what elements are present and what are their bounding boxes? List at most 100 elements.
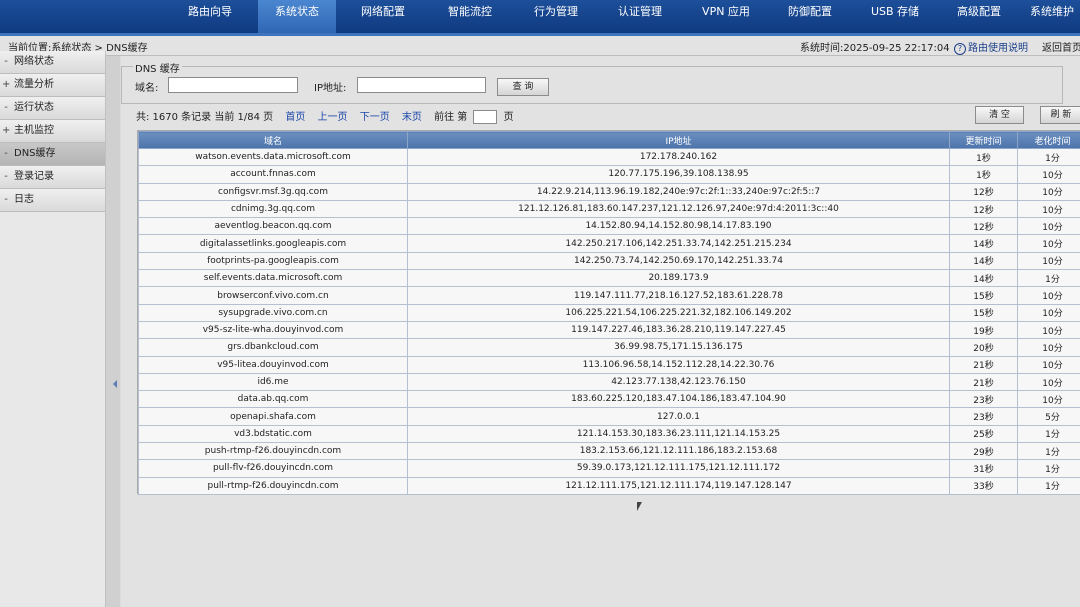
cell-ip: 127.0.0.1 [407,407,950,426]
cell-aging-time: 10分 [1017,303,1080,322]
table-row: self.events.data.microsoft.com 20.189.173… [138,269,1080,288]
cell-aging-time: 1分 [1017,442,1080,461]
cell-ip: 20.189.173.9 [407,269,950,288]
clear-button[interactable]: 清 空 [975,106,1024,124]
cell-domain: sysupgrade.vivo.com.cn [138,303,408,322]
cell-update-time: 15秒 [949,286,1018,305]
cell-aging-time: 10分 [1017,199,1080,219]
cell-ip: 42.123.77.138,42.123.76.150 [407,372,950,392]
cell-aging-time: 1分 [1017,147,1080,167]
cell-aging-time: 1分 [1017,424,1080,444]
query-button[interactable]: 查 询 [497,78,549,96]
table-row: openapi.shafa.com 127.0.0.1 23秒 5分 [138,407,1080,426]
cell-ip: 14.152.80.94,14.152.80.98,14.17.83.190 [407,217,950,236]
cell-domain: footprints-pa.googleapis.com [138,251,408,271]
cell-update-time: 23秒 [949,407,1018,426]
next-page-link[interactable]: 下一页 [360,112,390,123]
sidebar-item-dns-cache[interactable]: - DNS缓存 [0,143,105,166]
table-row: pull-rtmp-f26.douyincdn.com 121.12.111.17… [138,476,1080,495]
refresh-button[interactable]: 刷 新 [1040,106,1080,124]
nav-item-maintenance[interactable]: 系统维护 [1030,0,1080,33]
table-row: sysupgrade.vivo.com.cn 106.225.221.54,106… [138,303,1080,322]
ip-label: IP地址: [314,83,347,94]
cell-domain: account.fnnas.com [138,165,408,184]
cell-domain: self.events.data.microsoft.com [138,269,408,288]
table-row: digitalassetlinks.googleapis.com 142.250.… [138,234,1080,253]
nav-item-vpn[interactable]: VPN 应用 [688,0,764,33]
nav-item-auth[interactable]: 认证管理 [602,0,678,33]
top-nav: 路由向导 系统状态 网络配置 智能流控 行为管理 认证管理 VPN 应用 防御配… [0,0,1080,36]
cell-ip: 142.250.217.106,142.251.33.74,142.251.21… [407,234,950,253]
col-header-domain[interactable]: 域名 [138,131,408,149]
table-row: data.ab.qq.com 183.60.225.120,183.47.104.… [138,390,1080,409]
nav-item-behavior[interactable]: 行为管理 [518,0,594,33]
system-time: 系统时间:2025-09-25 22:17:04 [800,43,950,54]
sidebar-item-host-monitor[interactable]: + 主机监控 [0,120,105,143]
sidebar-item-login-log[interactable]: - 登录记录 [0,166,105,189]
nav-item-system-status[interactable]: 系统状态 [258,0,336,33]
nav-item-wizard[interactable]: 路由向导 [170,0,250,33]
last-page-link[interactable]: 末页 [402,112,422,123]
cell-aging-time: 1分 [1017,459,1080,478]
cell-ip: 36.99.98.75,171.15.136.175 [407,338,950,357]
table-row: v95-litea.douyinvod.com 113.106.96.58,14.… [138,355,1080,374]
expand-icon: + [2,125,11,136]
cell-update-time: 14秒 [949,234,1018,253]
nav-item-defense[interactable]: 防御配置 [772,0,848,33]
nav-item-usb[interactable]: USB 存储 [857,0,933,33]
cell-aging-time: 10分 [1017,251,1080,271]
cell-update-time: 12秒 [949,199,1018,219]
col-header-update-time[interactable]: 更新时间 [949,131,1018,149]
goto-label: 前往 第 [434,112,468,123]
collapse-icon: - [4,194,8,205]
nav-item-advanced[interactable]: 高级配置 [941,0,1017,33]
sidebar-item-label: 流量分析 [14,79,54,90]
col-header-aging-time[interactable]: 老化时间 [1017,131,1080,149]
cell-update-time: 29秒 [949,442,1018,461]
first-page-link[interactable]: 首页 [285,112,305,123]
cell-aging-time: 10分 [1017,234,1080,253]
cell-domain: v95-sz-lite-wha.douyinvod.com [138,320,408,340]
home-link[interactable]: 返回首页 [1042,39,1080,54]
cell-aging-time: 10分 [1017,355,1080,374]
cell-aging-time: 10分 [1017,372,1080,392]
cell-ip: 121.12.111.175,121.12.111.174,119.147.12… [407,476,950,495]
goto-suffix: 页 [503,112,514,123]
cell-update-time: 21秒 [949,372,1018,392]
cell-ip: 106.225.221.54,106.225.221.32,182.106.14… [407,303,950,322]
nav-item-flow-control[interactable]: 智能流控 [432,0,508,33]
ip-input[interactable] [357,77,486,93]
sidebar-item-traffic[interactable]: + 流量分析 [0,74,105,97]
sidebar-item-label: 主机监控 [14,125,54,136]
help-link[interactable]: ? 路由使用说明 [954,39,1028,55]
collapse-icon: - [4,56,8,67]
cell-domain: watson.events.data.microsoft.com [138,147,408,167]
cell-update-time: 1秒 [949,147,1018,167]
domain-input[interactable] [168,77,298,93]
collapse-arrow-icon[interactable] [113,380,117,388]
cell-aging-time: 5分 [1017,407,1080,426]
sidebar-item-log[interactable]: - 日志 [0,189,105,212]
cell-domain: pull-flv-f26.douyincdn.com [138,459,408,478]
cell-domain: grs.dbankcloud.com [138,338,408,357]
cell-domain: cdnimg.3g.qq.com [138,199,408,219]
sidebar-splitter[interactable] [106,56,120,607]
cell-domain: id6.me [138,372,408,392]
sidebar-item-run-status[interactable]: - 运行状态 [0,97,105,120]
goto-page-input[interactable] [473,110,498,124]
sidebar-item-network-status[interactable]: - 网络状态 [0,51,105,74]
cell-aging-time: 10分 [1017,286,1080,305]
question-icon: ? [954,43,966,55]
nav-item-network-config[interactable]: 网络配置 [345,0,421,33]
mouse-cursor-icon [637,502,642,511]
col-header-ip[interactable]: IP地址 [407,131,950,149]
prev-page-link[interactable]: 上一页 [318,112,348,123]
cell-update-time: 12秒 [949,217,1018,236]
cell-ip: 121.12.126.81,183.60.147.237,121.12.126.… [407,199,950,219]
sidebar-item-label: 网络状态 [14,56,54,67]
cell-aging-time: 1分 [1017,269,1080,288]
help-label: 路由使用说明 [968,43,1028,54]
table-row: configsvr.msf.3g.qq.com 14.22.9.214,113.9… [138,182,1080,201]
domain-label: 域名: [135,83,159,94]
cell-ip: 14.22.9.214,113.96.19.182,240e:97c:2f:1:… [407,182,950,201]
